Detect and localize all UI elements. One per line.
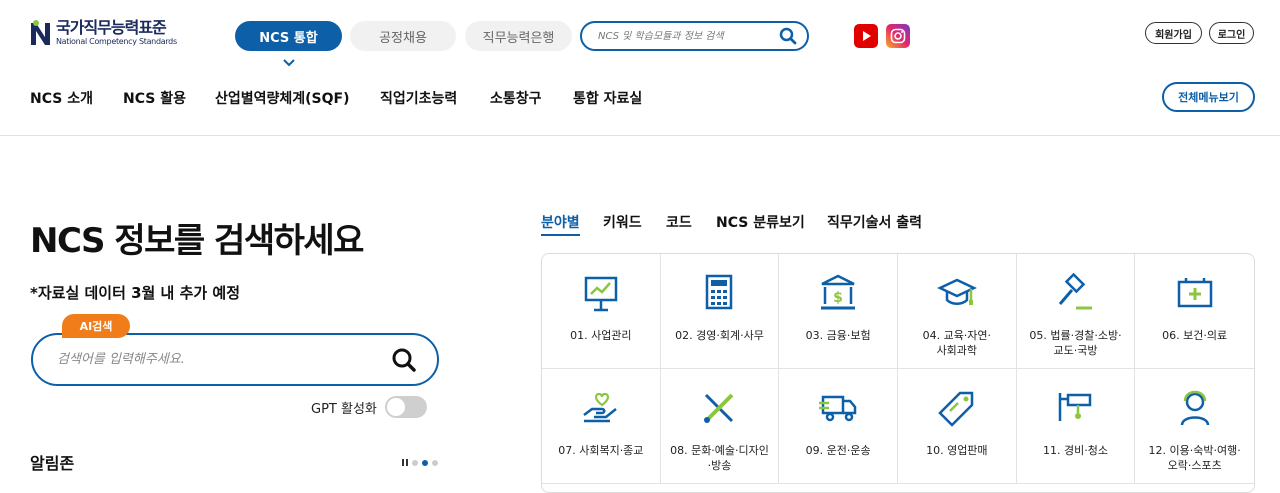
category-item[interactable]: 05. 법률·경찰·소방· 교도·국방 xyxy=(1016,254,1136,369)
tab-job-description[interactable]: 직무기술서 출력 xyxy=(827,212,922,232)
instagram-icon[interactable] xyxy=(886,24,910,48)
nav-communication[interactable]: 소통창구 xyxy=(490,88,542,108)
login-button[interactable]: 로그인 xyxy=(1209,22,1254,44)
graduation-cap-icon xyxy=(936,278,977,305)
brush-icon xyxy=(704,393,734,423)
site-header: 국가직무능력표준 National Competency Standards N… xyxy=(0,0,1280,136)
search-icon[interactable] xyxy=(779,27,797,45)
main-search-bar xyxy=(31,333,439,386)
nav-integrated-archive[interactable]: 통합 자료실 xyxy=(573,88,642,108)
category-item[interactable]: 10. 영업판매 xyxy=(897,369,1017,484)
category-grid: 01. 사업관리 02. 경영·회계·사무 $ 03. 금융·보험 04. 교육… xyxy=(541,253,1255,493)
category-item[interactable]: 11. 경비·청소 xyxy=(1016,369,1136,484)
gavel-icon xyxy=(1059,272,1093,310)
nav-ncs-intro[interactable]: NCS 소개 xyxy=(30,88,93,108)
ncs-logo-icon xyxy=(31,20,50,45)
page-title: NCS 정보를 검색하세요 xyxy=(30,221,364,261)
carousel-dot[interactable] xyxy=(412,459,418,466)
logo-korean-text: 국가직무능력표준 xyxy=(56,18,167,37)
gpt-label: GPT 활성화 xyxy=(311,401,377,417)
tab-code[interactable]: 코드 xyxy=(666,212,692,232)
calculator-icon xyxy=(706,274,733,310)
svg-text:$: $ xyxy=(833,290,843,306)
signup-button[interactable]: 회원가입 xyxy=(1145,22,1202,44)
pause-icon[interactable] xyxy=(402,459,408,466)
top-search-input[interactable] xyxy=(598,30,779,42)
nav-ncs-usage[interactable]: NCS 활용 xyxy=(123,88,186,108)
category-item[interactable]: 02. 경영·회계·사무 xyxy=(660,254,780,369)
service-person-icon xyxy=(1180,390,1209,426)
heart-hand-icon xyxy=(583,392,617,423)
all-menu-button[interactable]: 전체메뉴보기 xyxy=(1162,82,1255,112)
category-item[interactable]: $ 03. 금융·보험 xyxy=(779,254,898,369)
cctv-icon xyxy=(1059,393,1092,421)
medical-kit-icon xyxy=(1177,278,1212,308)
ncs-logo[interactable]: 국가직무능력표준 National Competency Standards xyxy=(30,20,177,46)
logo-english-text: National Competency Standards xyxy=(56,37,177,46)
tab-ncs-classification[interactable]: NCS 분류보기 xyxy=(716,212,805,232)
ai-search-badge: AI검색 xyxy=(62,314,130,338)
nav-sqf[interactable]: 산업별역량체계(SQF) xyxy=(215,88,350,108)
category-item[interactable]: 09. 운전·운송 xyxy=(779,369,898,484)
price-tag-icon xyxy=(938,391,974,427)
truck-icon xyxy=(819,395,857,422)
notice-text: *자료실 데이터 3월 내 추가 예정 xyxy=(30,284,240,302)
category-item[interactable]: 12. 이용·숙박·여행· 오락·스포츠 xyxy=(1135,369,1254,484)
chevron-down-icon xyxy=(283,59,295,67)
tab-keyword[interactable]: 키워드 xyxy=(603,212,642,232)
pill-competency-bank[interactable]: 직무능력은행 xyxy=(465,21,572,51)
category-item[interactable]: 08. 문화·예술·디자인 ·방송 xyxy=(660,369,780,484)
carousel-dot[interactable] xyxy=(432,459,438,466)
pill-fair-hiring[interactable]: 공정채용 xyxy=(350,21,456,51)
gpt-toggle-row: GPT 활성화 xyxy=(311,396,427,418)
carousel-dot-active[interactable] xyxy=(422,459,428,466)
tab-by-field[interactable]: 분야별 xyxy=(541,212,580,236)
youtube-icon[interactable] xyxy=(854,24,878,48)
category-item[interactable]: 01. 사업관리 xyxy=(542,254,661,369)
nav-basic-competency[interactable]: 직업기초능력 xyxy=(380,88,457,108)
gpt-toggle-switch[interactable] xyxy=(384,396,427,418)
presentation-icon xyxy=(584,276,618,312)
pill-ncs-integrated[interactable]: NCS 통합 xyxy=(235,21,342,51)
category-item[interactable]: 07. 사회복지·종교 xyxy=(542,369,661,484)
search-icon[interactable] xyxy=(391,347,417,373)
category-item[interactable]: 06. 보건·의료 xyxy=(1135,254,1254,369)
bank-icon: $ xyxy=(821,274,856,310)
carousel-controls xyxy=(402,459,438,466)
category-item[interactable]: 04. 교육·자연· 사회과학 xyxy=(897,254,1017,369)
notification-zone-title: 알림존 xyxy=(30,454,75,473)
top-search-bar xyxy=(580,21,809,51)
main-search-input[interactable] xyxy=(57,352,391,367)
